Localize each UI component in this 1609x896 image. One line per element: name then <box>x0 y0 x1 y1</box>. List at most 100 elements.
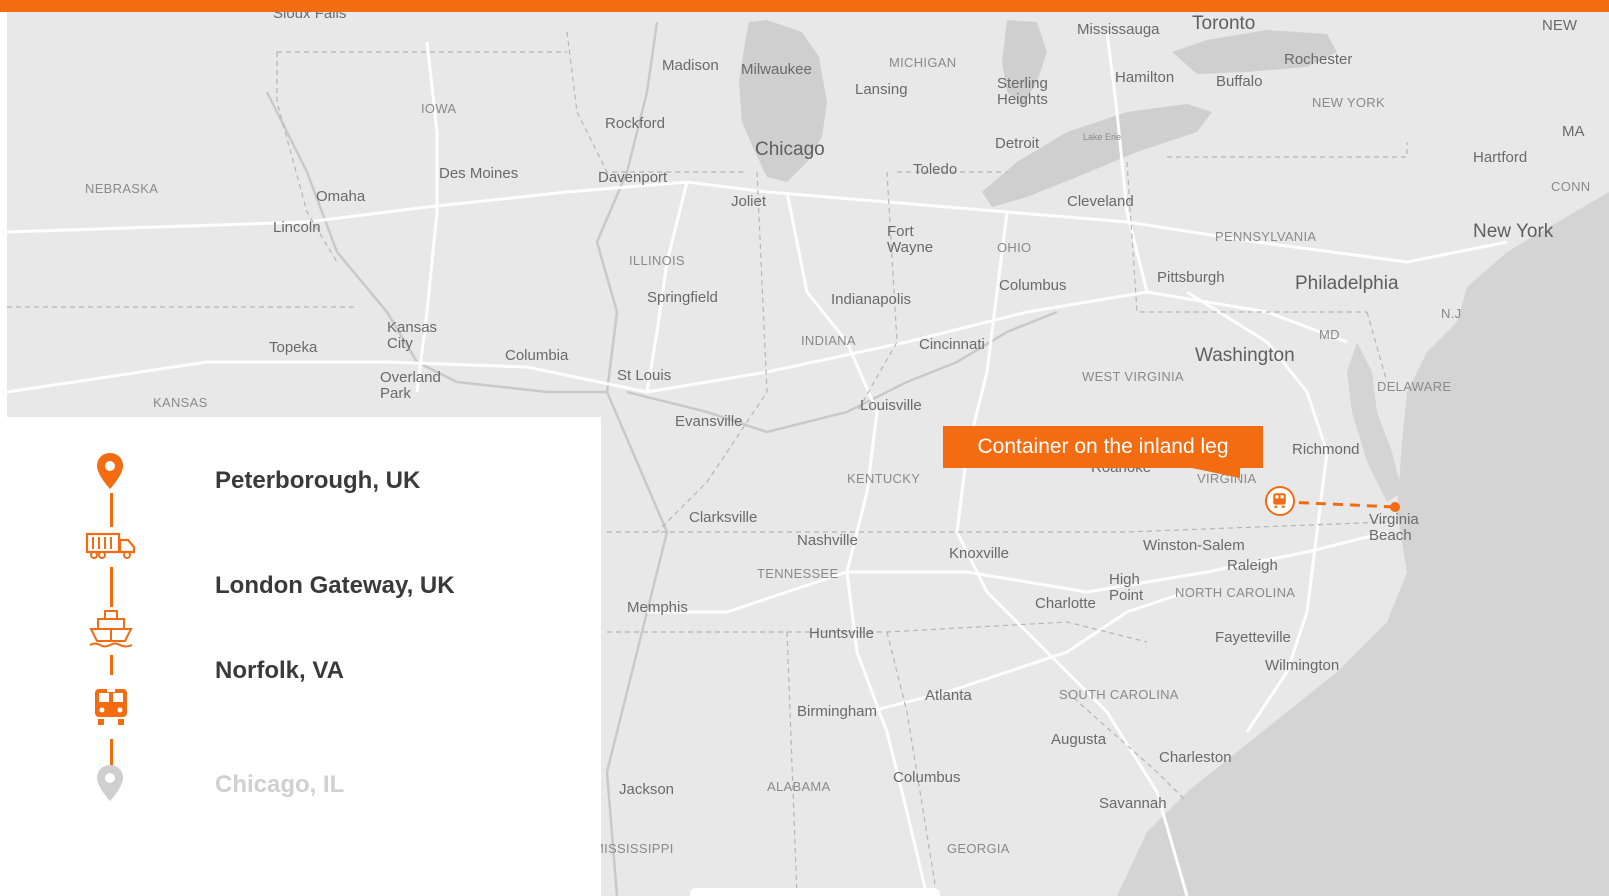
label-raleigh: Raleigh <box>1227 557 1278 574</box>
label-ohio: OHIO <box>997 240 1032 255</box>
stop-london-gateway: London Gateway, UK <box>215 572 455 599</box>
label-sterling-heights: Sterling Heights <box>997 75 1048 108</box>
label-delaware: DELAWARE <box>1377 379 1452 394</box>
label-md: MD <box>1319 327 1340 342</box>
label-kansas-city: Kansas City <box>387 319 438 352</box>
label-overland-park: Overland Park <box>380 369 441 402</box>
label-rockford: Rockford <box>605 115 666 132</box>
label-clarksville: Clarksville <box>689 509 758 526</box>
label-mississauga: Mississauga <box>1077 21 1160 38</box>
route-connector <box>110 567 113 607</box>
label-north-carolina: NORTH CAROLINA <box>1175 585 1296 600</box>
label-georgia: GEORGIA <box>947 841 1010 856</box>
route-panel: Peterborough, UK London Gateway, UK Norf… <box>7 417 601 896</box>
route-connector <box>110 493 113 527</box>
label-philadelphia: Philadelphia <box>1295 273 1399 294</box>
label-new-york-city: New York <box>1473 221 1554 242</box>
map-attribution-stub <box>690 888 940 896</box>
label-louisville: Louisville <box>860 397 922 414</box>
label-lansing: Lansing <box>855 81 908 98</box>
label-toronto: Toronto <box>1192 13 1256 34</box>
label-springfield: Springfield <box>647 289 718 306</box>
label-evansville: Evansville <box>675 413 743 430</box>
label-topeka: Topeka <box>269 339 318 356</box>
label-illinois: ILLINOIS <box>629 253 685 268</box>
label-st-louis: St Louis <box>617 367 672 384</box>
label-new-york-state: NEW YORK <box>1312 95 1385 110</box>
label-davenport: Davenport <box>598 169 668 186</box>
label-winston-salem: Winston-Salem <box>1143 537 1245 554</box>
label-charlotte: Charlotte <box>1035 595 1096 612</box>
label-columbia: Columbia <box>505 347 569 364</box>
container-marker[interactable] <box>1265 486 1295 516</box>
label-hamilton: Hamilton <box>1115 69 1175 86</box>
label-lincoln: Lincoln <box>273 219 321 236</box>
top-accent-bar <box>0 0 1609 12</box>
label-milwaukee: Milwaukee <box>741 61 812 78</box>
label-kansas: KANSAS <box>153 395 208 410</box>
label-nj: N.J <box>1441 306 1462 321</box>
label-fayetteville: Fayetteville <box>1215 629 1291 646</box>
truck-icon <box>85 532 136 559</box>
label-indiana: INDIANA <box>801 333 856 348</box>
route-connector <box>110 655 113 675</box>
label-huntsville: Huntsville <box>809 625 875 642</box>
label-hartford: Hartford <box>1473 149 1528 166</box>
label-cincinnati: Cincinnati <box>919 336 985 353</box>
label-toledo: Toledo <box>913 161 958 178</box>
label-washington: Washington <box>1195 345 1295 366</box>
label-fort-wayne: Fort Wayne <box>887 223 934 256</box>
label-charleston: Charleston <box>1159 749 1232 766</box>
label-virginia-beach: Virginia Beach <box>1369 511 1419 544</box>
label-rochester: Rochester <box>1284 51 1353 68</box>
stop-origin: Peterborough, UK <box>215 467 421 494</box>
label-sioux-falls: Sioux Falls <box>273 12 347 22</box>
label-buffalo: Buffalo <box>1216 73 1263 90</box>
label-kentucky: KENTUCKY <box>847 471 921 486</box>
label-pennsylvania: PENNSYLVANIA <box>1215 229 1317 244</box>
label-south-carolina: SOUTH CAROLINA <box>1059 687 1179 702</box>
label-joliet: Joliet <box>731 193 767 210</box>
label-memphis: Memphis <box>627 599 688 616</box>
label-nebraska: NEBRASKA <box>85 181 159 196</box>
label-iowa: IOWA <box>421 101 457 116</box>
label-ma: MA <box>1562 123 1585 140</box>
location-pin-icon <box>97 453 123 489</box>
label-cleveland: Cleveland <box>1067 193 1134 210</box>
label-madison: Madison <box>662 57 719 74</box>
label-columbus-oh: Columbus <box>999 277 1067 294</box>
label-lake-erie: Lake Erie <box>1083 132 1122 142</box>
label-birmingham: Birmingham <box>797 703 878 720</box>
chesapeake-bay <box>1347 342 1402 502</box>
label-savannah: Savannah <box>1099 795 1167 812</box>
label-tennessee: TENNESSEE <box>757 566 839 581</box>
label-detroit: Detroit <box>995 135 1040 152</box>
lake-erie <box>982 104 1212 207</box>
label-wilmington: Wilmington <box>1265 657 1340 674</box>
ship-icon <box>89 610 133 648</box>
label-pittsburgh: Pittsburgh <box>1157 269 1225 286</box>
stop-norfolk: Norfolk, VA <box>215 657 344 684</box>
label-omaha: Omaha <box>316 188 366 205</box>
label-virginia: VIRGINIA <box>1197 471 1257 486</box>
label-nashville: Nashville <box>797 532 858 549</box>
label-chicago: Chicago <box>755 139 825 160</box>
label-atlanta: Atlanta <box>925 687 972 704</box>
location-pin-icon <box>97 765 123 801</box>
label-columbus-ga: Columbus <box>893 769 961 786</box>
label-des-moines: Des Moines <box>439 165 519 182</box>
label-michigan: MICHIGAN <box>889 55 957 70</box>
label-richmond: Richmond <box>1292 441 1360 458</box>
label-high-point: High Point <box>1109 571 1144 604</box>
label-augusta: Augusta <box>1051 731 1107 748</box>
label-west-virginia: WEST VIRGINIA <box>1082 369 1184 384</box>
label-alabama: ALABAMA <box>767 779 831 794</box>
label-knoxville: Knoxville <box>949 545 1010 562</box>
label-conn: CONN <box>1551 179 1591 194</box>
label-mississippi: MISSISSIPPI <box>593 841 674 856</box>
label-jackson: Jackson <box>619 781 675 798</box>
inland-leg-callout: Container on the inland leg <box>943 426 1263 468</box>
train-icon <box>1273 493 1286 508</box>
label-indianapolis: Indianapolis <box>831 291 912 308</box>
train-icon <box>95 689 127 725</box>
